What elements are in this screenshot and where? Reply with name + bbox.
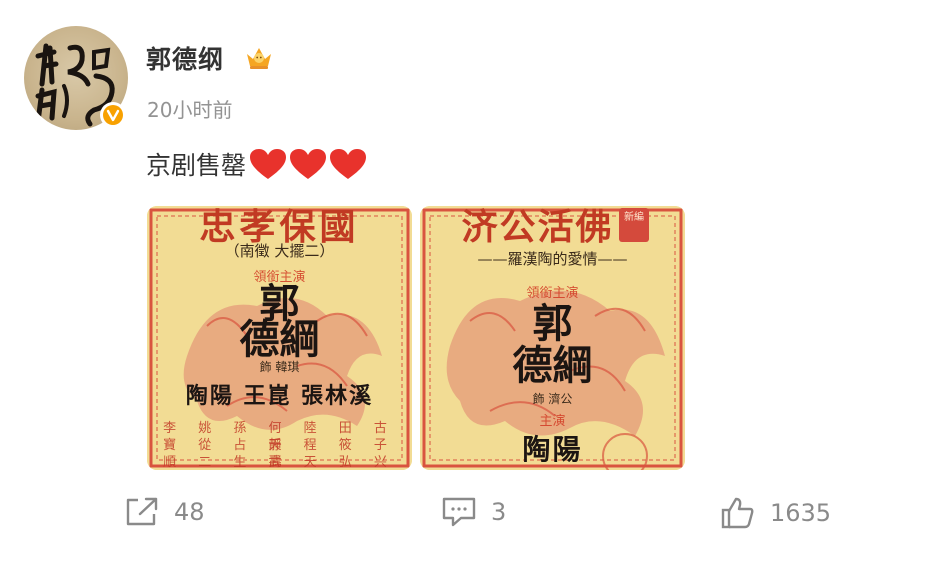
verified-badge-icon [100, 102, 126, 128]
post-image-2[interactable]: 济公活佛 新編 ——羅漢陶的愛情—— 領銜主演 郭 德綱 飾 濟公 主演 陶陽 [420, 206, 685, 470]
poster-role-small: 飾 濟公 [532, 392, 573, 406]
poster-role-label-2: 主演 [539, 414, 566, 429]
poster-grid-row: 順 二 生 壽 天 弘 兴 姓 [163, 455, 396, 470]
share-count: 48 [174, 498, 205, 526]
heart-icon [250, 149, 287, 179]
poster-tag: 新編 [619, 208, 649, 242]
post-text-content: 京剧售罄 [146, 151, 247, 180]
poster-role-label: 領銜主演 [526, 286, 579, 301]
poster-cast: 陶陽 王崑 張林溪 [185, 383, 374, 409]
poster-cast: 陶陽 [522, 433, 583, 466]
poster-name-line2: 德綱 [239, 316, 320, 363]
poster-name-line2: 德綱 [512, 342, 593, 389]
heart-icon [330, 149, 367, 179]
share-button[interactable]: 48 [124, 496, 205, 528]
hearts-emoji [248, 147, 368, 181]
post-text: 京剧售罄 [146, 146, 368, 182]
like-button[interactable]: 1635 [720, 496, 831, 530]
like-count: 1635 [770, 499, 832, 527]
heart-icon [290, 149, 327, 179]
share-icon [126, 497, 158, 526]
post-image-1[interactable]: 忠孝保國 （南徵 大擺二） 領銜主演 郭 德綱 飾 韓琪 陶陽 王崑 張林溪 李… [147, 206, 412, 470]
username[interactable]: 郭德纲 [146, 40, 224, 76]
like-icon [721, 497, 754, 529]
poster-role-small: 飾 韓琪 [259, 360, 300, 374]
poster-name-line1: 郭 [532, 300, 573, 347]
crown-badge-icon[interactable] [244, 44, 274, 72]
comment-button[interactable]: 3 [441, 496, 506, 528]
comment-icon [442, 497, 476, 527]
poster-subtitle: ——羅漢陶的愛情—— [477, 250, 628, 268]
poster-subtitle: （南徵 大擺二） [224, 242, 335, 260]
comment-count: 3 [491, 498, 507, 526]
post-timestamp[interactable]: 20小时前 [147, 94, 232, 123]
